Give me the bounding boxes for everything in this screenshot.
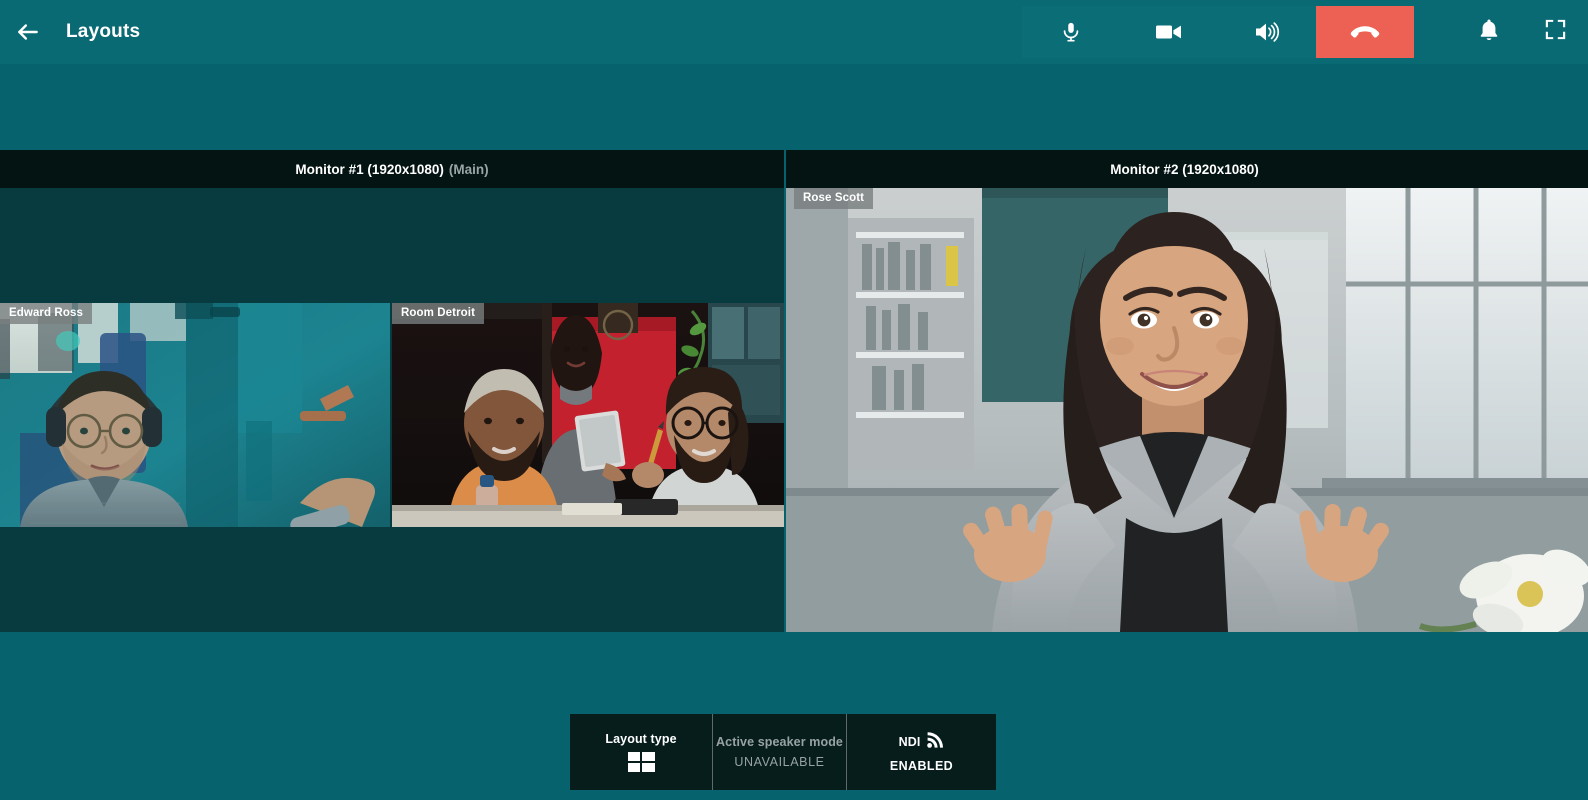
camera-button[interactable] — [1120, 6, 1218, 58]
video-tile-rose-scott[interactable]: Rose Scott — [786, 188, 1588, 632]
active-speaker-mode-value: UNAVAILABLE — [734, 755, 825, 769]
speaker-button[interactable] — [1218, 6, 1316, 58]
video-tile-edward-ross[interactable]: Edward Ross — [0, 303, 390, 527]
notifications-button[interactable] — [1456, 0, 1522, 64]
back-button[interactable] — [0, 0, 56, 64]
participant-name-badge: Rose Scott — [794, 188, 874, 209]
monitor-1-main-tag: (Main) — [448, 161, 489, 177]
app-header: Layouts — [0, 0, 1588, 64]
monitor-panel-1[interactable]: Monitor #1 (1920x1080) (Main) Edward Ros… — [0, 150, 784, 632]
arrow-left-icon — [15, 19, 41, 45]
active-speaker-mode-control: Active speaker mode UNAVAILABLE — [712, 714, 846, 790]
layout-stage: Monitor #1 (1920x1080) (Main) Edward Ros… — [0, 64, 1588, 712]
speaker-volume-icon — [1254, 21, 1280, 43]
video-feed-rose-scott — [786, 188, 1588, 632]
monitor-2-name: Monitor #2 (1920x1080) — [1110, 161, 1259, 177]
fullscreen-button[interactable] — [1522, 0, 1588, 64]
layout-options-bar: Layout type Active speaker mode UNAVAILA… — [570, 714, 996, 790]
video-feed-room-detroit — [392, 303, 784, 527]
call-controls-toolbar — [1022, 6, 1414, 58]
grid-2x2-layout-icon — [627, 752, 655, 772]
monitor-2-header: Monitor #2 (1920x1080) — [786, 150, 1588, 188]
broadcast-signal-icon — [927, 731, 944, 753]
layout-type-control[interactable]: Layout type — [570, 714, 712, 790]
microphone-button[interactable] — [1022, 6, 1120, 58]
ndi-label-row: NDI — [898, 731, 945, 753]
header-right-icons — [1456, 0, 1588, 64]
microphone-icon — [1060, 19, 1082, 45]
monitor-1-name: Monitor #1 (1920x1080) — [295, 161, 444, 177]
video-camera-icon — [1155, 21, 1183, 43]
monitor-1-body: Edward Ross Room Detroit — [0, 188, 784, 632]
video-tile-room-detroit[interactable]: Room Detroit — [392, 303, 784, 527]
monitor-2-body: Rose Scott — [786, 188, 1588, 632]
fullscreen-expand-icon — [1544, 18, 1567, 46]
bell-icon — [1478, 18, 1500, 47]
participant-name-badge: Room Detroit — [392, 303, 485, 324]
ndi-status-value: ENABLED — [889, 758, 954, 773]
phone-hangup-icon — [1350, 24, 1380, 40]
monitor-panel-2[interactable]: Monitor #2 (1920x1080) Rose Scott — [786, 150, 1588, 632]
hangup-button[interactable] — [1316, 6, 1414, 58]
ndi-control[interactable]: NDI ENABLED — [846, 714, 996, 790]
monitor-1-header: Monitor #1 (1920x1080) (Main) — [0, 150, 784, 188]
participant-name-badge: Edward Ross — [0, 303, 92, 324]
ndi-label: NDI — [898, 735, 921, 749]
layout-type-label: Layout type — [605, 732, 677, 746]
active-speaker-mode-label: Active speaker mode — [716, 735, 843, 749]
page-title: Layouts — [66, 21, 141, 42]
video-feed-edward-ross — [0, 303, 390, 527]
